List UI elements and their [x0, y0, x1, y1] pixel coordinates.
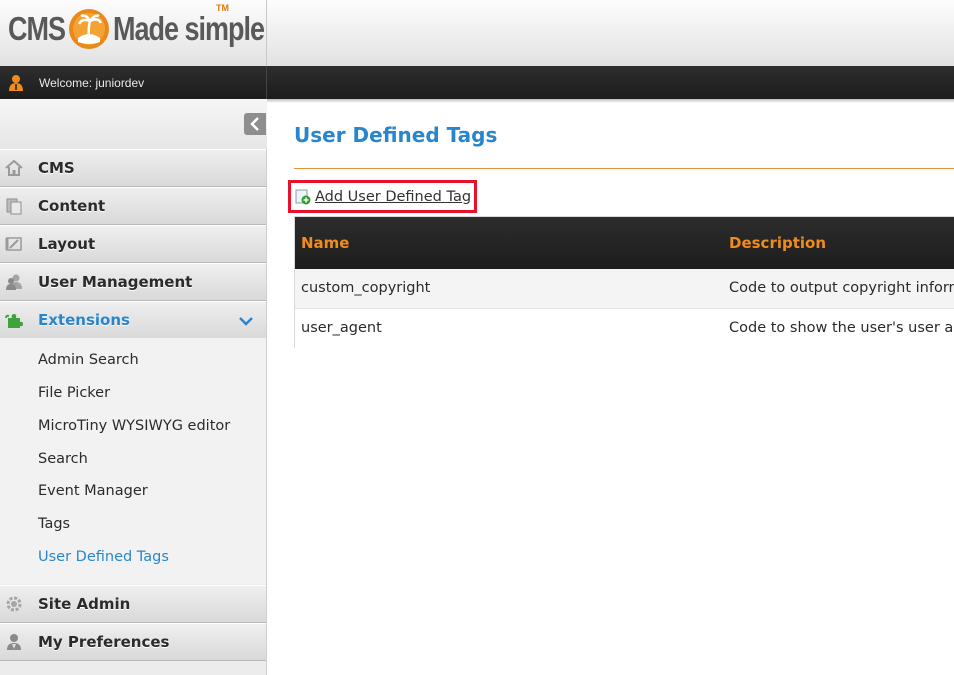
udt-table: Name Description custom_copyright Code t…	[294, 216, 954, 349]
sidebar-item-extensions[interactable]: Extensions	[0, 301, 266, 339]
user-preferences-icon	[7, 634, 21, 650]
sidebar-item-label: Layout	[38, 235, 96, 253]
sidebar: CMS Content Layout User Management Exten…	[0, 99, 267, 675]
logo-trademark: TM	[216, 3, 229, 13]
submenu-item-user-defined-tags[interactable]: User Defined Tags	[38, 549, 169, 565]
sidebar-item-label: User Management	[38, 273, 193, 291]
sidebar-item-label: Site Admin	[38, 595, 131, 613]
chevron-down-icon	[239, 317, 253, 326]
gear-icon	[6, 596, 22, 612]
table-row: user_agent Code to show the user's user …	[295, 309, 954, 349]
collapse-sidebar-button[interactable]	[244, 113, 266, 135]
tag-description: Code to output copyright inform	[729, 280, 954, 296]
palm-island-logo-icon	[69, 9, 109, 49]
column-header-description[interactable]: Description	[729, 234, 826, 252]
submenu-item-admin-search[interactable]: Admin Search	[38, 352, 139, 368]
sidebar-item-label: CMS	[38, 159, 75, 177]
column-header-name[interactable]: Name	[301, 234, 349, 252]
users-icon	[6, 274, 22, 290]
chevron-left-icon	[250, 117, 259, 131]
title-divider	[294, 168, 954, 169]
layout-icon	[5, 237, 22, 251]
submenu-item-tags[interactable]: Tags	[38, 516, 70, 532]
submenu-item-microtiny[interactable]: MicroTiny WYSIWYG editor	[38, 418, 230, 434]
main-content: User Defined Tags Add User Defined Tag N…	[268, 103, 954, 675]
add-document-icon	[295, 189, 311, 204]
content-pages-icon	[6, 198, 22, 215]
submenu-item-search[interactable]: Search	[38, 451, 88, 467]
tag-description: Code to show the user's user ag	[729, 320, 954, 336]
puzzle-icon	[5, 314, 23, 328]
table-row: custom_copyright Code to output copyrigh…	[295, 269, 954, 309]
sidebar-item-label: Extensions	[38, 311, 130, 329]
tag-name-link[interactable]: user_agent	[301, 320, 382, 336]
submenu-item-file-picker[interactable]: File Picker	[38, 385, 110, 401]
add-user-defined-tag-link[interactable]: Add User Defined Tag	[288, 180, 477, 213]
sidebar-item-my-preferences[interactable]: My Preferences	[0, 623, 266, 661]
sidebar-collapse-strip	[0, 99, 267, 149]
sidebar-item-user-management[interactable]: User Management	[0, 263, 266, 301]
submenu-item-event-manager[interactable]: Event Manager	[38, 483, 148, 499]
sidebar-item-layout[interactable]: Layout	[0, 225, 266, 263]
logo-area: CMS Made simple TM	[0, 0, 267, 66]
table-header: Name Description	[295, 217, 954, 269]
sidebar-item-content[interactable]: Content	[0, 187, 266, 225]
page-title: User Defined Tags	[294, 123, 498, 147]
user-icon	[9, 74, 23, 91]
sidebar-item-label: My Preferences	[38, 633, 170, 651]
user-bar: Welcome: juniordev	[0, 66, 954, 99]
add-user-defined-tag-label: Add User Defined Tag	[315, 188, 472, 205]
logo-text-right: Made simple	[113, 9, 265, 48]
home-icon	[5, 159, 23, 176]
sidebar-item-site-admin[interactable]: Site Admin	[0, 585, 266, 623]
logo-text-left: CMS	[8, 9, 66, 48]
header: CMS Made simple TM	[0, 0, 954, 66]
extensions-submenu: Admin Search File Picker MicroTiny WYSIW…	[0, 338, 266, 584]
tag-name-link[interactable]: custom_copyright	[301, 280, 430, 296]
welcome-text: Welcome: juniordev	[39, 75, 145, 90]
sidebar-item-label: Content	[38, 197, 106, 215]
sidebar-item-cms[interactable]: CMS	[0, 149, 266, 187]
user-info: Welcome: juniordev	[0, 66, 267, 99]
